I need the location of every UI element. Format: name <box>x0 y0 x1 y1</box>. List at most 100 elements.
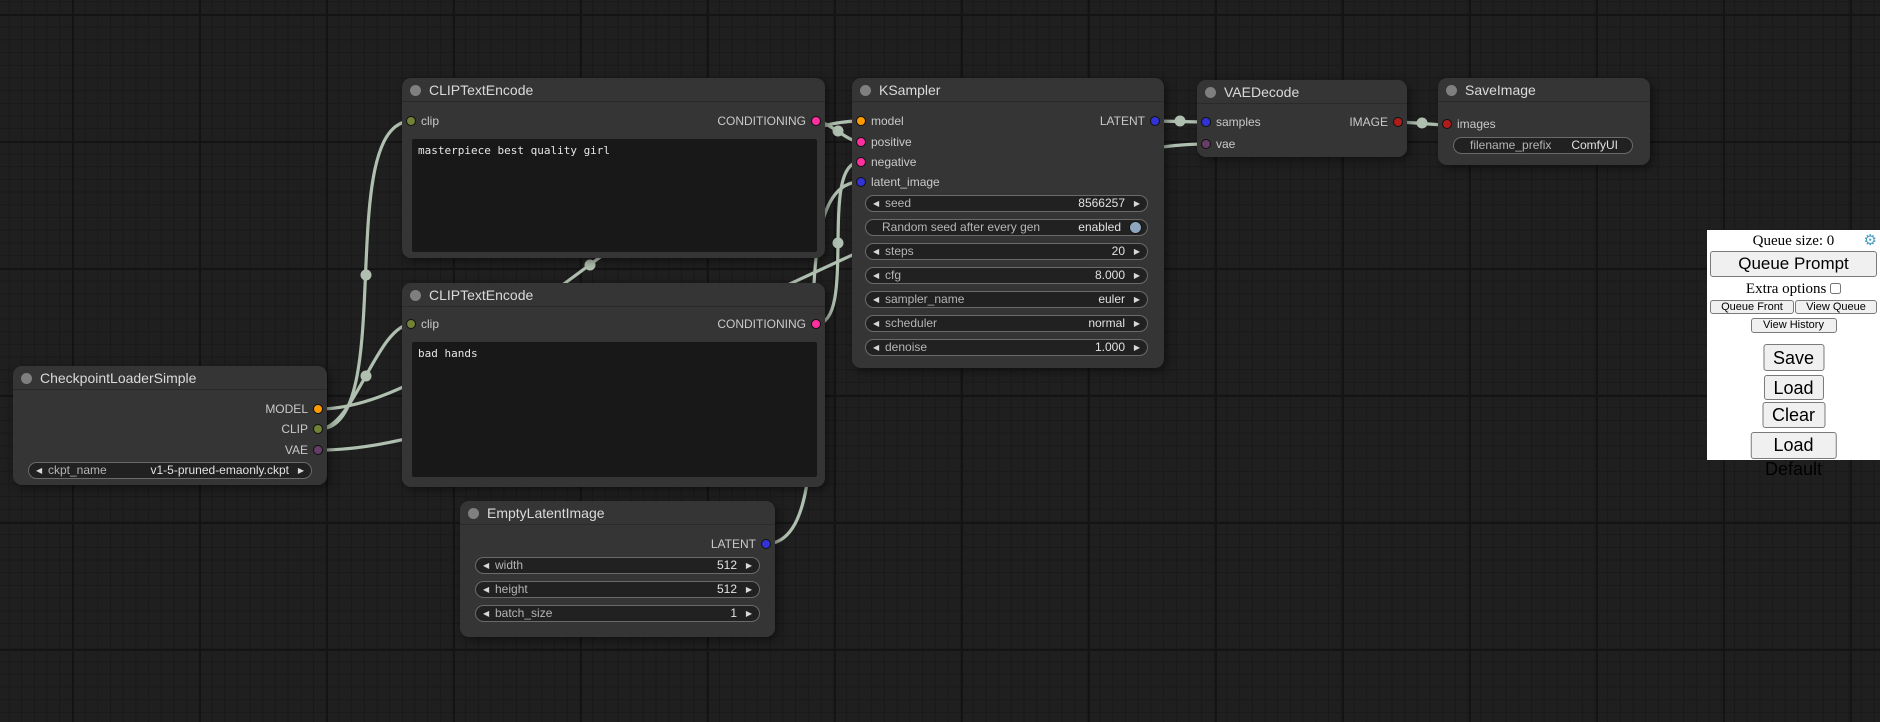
node-title-bar[interactable]: CheckpointLoaderSimple <box>13 366 327 390</box>
node-title-bar[interactable]: KSampler <box>852 78 1164 102</box>
image-port-dot-icon[interactable] <box>1442 119 1452 129</box>
latent-port-dot-icon[interactable] <box>1150 116 1160 126</box>
increment-arrow-icon[interactable]: ▶ <box>1134 244 1140 259</box>
link-midpoint-dot <box>585 260 596 271</box>
decrement-arrow-icon[interactable]: ◀ <box>873 316 879 331</box>
clip-port-dot-icon[interactable] <box>406 116 416 126</box>
node-title-bar[interactable]: VAEDecode <box>1197 80 1407 104</box>
seed-widget[interactable]: ◀ seed 8566257 ▶ <box>865 195 1148 212</box>
ckpt-name-widget[interactable]: ◀ ckpt_name v1-5-pruned-emaonly.ckpt ▶ <box>28 462 312 479</box>
node-clip-text-encode-positive[interactable]: CLIPTextEncode clip CONDITIONING masterp… <box>402 78 825 258</box>
widget-label: steps <box>885 244 914 259</box>
widget-value: 1.000 <box>1095 340 1125 355</box>
collapse-dot-icon[interactable] <box>860 85 871 96</box>
collapse-dot-icon[interactable] <box>1446 85 1457 96</box>
widget-label: seed <box>885 196 911 211</box>
increment-arrow-icon[interactable]: ▶ <box>1134 316 1140 331</box>
save-button[interactable]: Save <box>1763 344 1824 371</box>
increment-arrow-icon[interactable]: ▶ <box>1134 196 1140 211</box>
vae-port-dot-icon[interactable] <box>1201 139 1211 149</box>
conditioning-port-dot-icon[interactable] <box>856 157 866 167</box>
conditioning-port-dot-icon[interactable] <box>856 137 866 147</box>
latent-port-dot-icon[interactable] <box>761 539 771 549</box>
clear-button[interactable]: Clear <box>1762 402 1825 428</box>
node-empty-latent-image[interactable]: EmptyLatentImage LATENT ◀ width 512 ▶ ◀ … <box>460 501 775 637</box>
decrement-arrow-icon[interactable]: ◀ <box>873 292 879 307</box>
widget-value: 20 <box>1112 244 1125 259</box>
model-port-dot-icon[interactable] <box>856 116 866 126</box>
scheduler-widget[interactable]: ◀ scheduler normal ▶ <box>865 315 1148 332</box>
node-title-bar[interactable]: CLIPTextEncode <box>402 78 825 102</box>
clip-port-dot-icon[interactable] <box>406 319 416 329</box>
toggle-enabled-icon[interactable] <box>1129 221 1142 234</box>
node-checkpoint-loader-simple[interactable]: CheckpointLoaderSimple MODEL CLIP VAE ◀ … <box>13 366 327 485</box>
increment-arrow-icon[interactable]: ▶ <box>746 606 752 621</box>
link-midpoint-dot <box>361 270 372 281</box>
settings-gear-icon[interactable]: ⚙ <box>1864 231 1877 249</box>
filename-prefix-widget[interactable]: filename_prefix ComfyUI <box>1453 137 1633 154</box>
prompt-textarea[interactable]: masterpiece best quality girl <box>412 139 817 252</box>
collapse-dot-icon[interactable] <box>21 373 32 384</box>
decrement-arrow-icon[interactable]: ◀ <box>483 606 489 621</box>
node-ksampler[interactable]: KSampler model positive negative latent_… <box>852 78 1164 368</box>
increment-arrow-icon[interactable]: ▶ <box>1134 292 1140 307</box>
image-port-dot-icon[interactable] <box>1393 117 1403 127</box>
decrement-arrow-icon[interactable]: ◀ <box>483 558 489 573</box>
latent-port-dot-icon[interactable] <box>856 177 866 187</box>
load-button[interactable]: Load <box>1763 375 1823 400</box>
model-port-dot-icon[interactable] <box>313 404 323 414</box>
output-port-vae: VAE <box>285 440 327 460</box>
sampler-name-widget[interactable]: ◀ sampler_name euler ▶ <box>865 291 1148 308</box>
port-label: LATENT <box>711 537 756 551</box>
batch-size-widget[interactable]: ◀ batch_size 1 ▶ <box>475 605 760 622</box>
latent-port-dot-icon[interactable] <box>1201 117 1211 127</box>
decrement-arrow-icon[interactable]: ◀ <box>483 582 489 597</box>
collapse-dot-icon[interactable] <box>1205 87 1216 98</box>
view-queue-button[interactable]: View Queue <box>1795 300 1877 314</box>
port-label: clip <box>421 114 439 128</box>
increment-arrow-icon[interactable]: ▶ <box>298 463 304 478</box>
node-title-bar[interactable]: SaveImage <box>1438 78 1650 102</box>
extra-options-checkbox[interactable] <box>1830 283 1841 294</box>
load-default-button[interactable]: Load Default <box>1750 432 1837 459</box>
decrement-arrow-icon[interactable]: ◀ <box>36 463 42 478</box>
output-port-conditioning: CONDITIONING <box>717 111 825 131</box>
node-graph-canvas[interactable]: CheckpointLoaderSimple MODEL CLIP VAE ◀ … <box>0 0 1880 722</box>
node-title: CheckpointLoaderSimple <box>40 370 196 386</box>
cfg-widget[interactable]: ◀ cfg 8.000 ▶ <box>865 267 1148 284</box>
increment-arrow-icon[interactable]: ▶ <box>746 582 752 597</box>
view-history-button[interactable]: View History <box>1751 318 1837 333</box>
node-clip-text-encode-negative[interactable]: CLIPTextEncode clip CONDITIONING bad han… <box>402 283 825 487</box>
collapse-dot-icon[interactable] <box>410 290 421 301</box>
node-vae-decode[interactable]: VAEDecode samples vae IMAGE <box>1197 80 1407 157</box>
decrement-arrow-icon[interactable]: ◀ <box>873 196 879 211</box>
link-midpoint-dot <box>833 238 844 249</box>
height-widget[interactable]: ◀ height 512 ▶ <box>475 581 760 598</box>
clip-port-dot-icon[interactable] <box>313 424 323 434</box>
decrement-arrow-icon[interactable]: ◀ <box>873 340 879 355</box>
increment-arrow-icon[interactable]: ▶ <box>1134 340 1140 355</box>
port-label: LATENT <box>1100 114 1145 128</box>
node-title-bar[interactable]: EmptyLatentImage <box>460 501 775 525</box>
random-seed-toggle-widget[interactable]: Random seed after every gen enabled <box>865 219 1148 236</box>
increment-arrow-icon[interactable]: ▶ <box>746 558 752 573</box>
decrement-arrow-icon[interactable]: ◀ <box>873 244 879 259</box>
port-label: CONDITIONING <box>717 114 806 128</box>
queue-front-button[interactable]: Queue Front <box>1710 300 1794 314</box>
denoise-widget[interactable]: ◀ denoise 1.000 ▶ <box>865 339 1148 356</box>
conditioning-port-dot-icon[interactable] <box>811 116 821 126</box>
vae-port-dot-icon[interactable] <box>313 445 323 455</box>
increment-arrow-icon[interactable]: ▶ <box>1134 268 1140 283</box>
prompt-textarea[interactable]: bad hands <box>412 342 817 477</box>
width-widget[interactable]: ◀ width 512 ▶ <box>475 557 760 574</box>
widget-label: filename_prefix <box>1470 138 1551 153</box>
node-save-image[interactable]: SaveImage images filename_prefix ComfyUI <box>1438 78 1650 165</box>
collapse-dot-icon[interactable] <box>410 85 421 96</box>
node-title-bar[interactable]: CLIPTextEncode <box>402 283 825 307</box>
queue-prompt-button[interactable]: Queue Prompt <box>1710 251 1877 277</box>
port-label: model <box>871 114 904 128</box>
conditioning-port-dot-icon[interactable] <box>811 319 821 329</box>
collapse-dot-icon[interactable] <box>468 508 479 519</box>
steps-widget[interactable]: ◀ steps 20 ▶ <box>865 243 1148 260</box>
decrement-arrow-icon[interactable]: ◀ <box>873 268 879 283</box>
